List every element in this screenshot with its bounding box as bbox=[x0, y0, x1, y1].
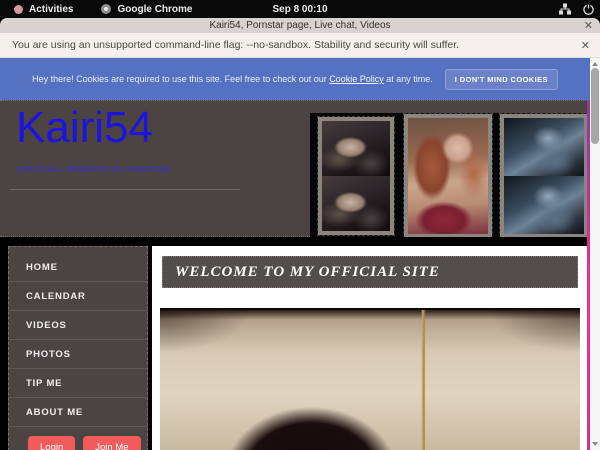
welcome-heading-bar: WELCOME TO MY OFFICIAL SITE bbox=[162, 256, 578, 288]
site-tagline: OFFICIALL WEBSITE OF PRINCESS bbox=[17, 165, 171, 174]
page-scrollbar[interactable] bbox=[590, 58, 600, 450]
network-icon[interactable] bbox=[559, 3, 571, 15]
power-icon[interactable] bbox=[583, 4, 594, 15]
browser-viewport: Hey there! Cookies are required to use t… bbox=[0, 58, 600, 450]
sidebar-item-about-me[interactable]: ABOUT ME bbox=[9, 398, 147, 427]
bedroom-photo-thumbnail[interactable] bbox=[318, 117, 394, 235]
main-content: WELCOME TO MY OFFICIAL SITE bbox=[152, 246, 588, 450]
cookie-policy-link[interactable]: Cookie Policy bbox=[329, 74, 384, 84]
hero-photo-placeholder bbox=[160, 308, 580, 450]
scrollbar-thumb[interactable] bbox=[591, 68, 599, 144]
page-body: HOME CALENDAR VIDEOS PHOTOS TIP ME ABOUT… bbox=[0, 237, 590, 450]
thumbnail-image-placeholder bbox=[504, 118, 584, 176]
red-top-selfie-thumbnail[interactable] bbox=[404, 114, 492, 238]
window-title: Kairi54, Pornstar page, Live chat, Video… bbox=[209, 20, 390, 31]
clock[interactable]: Sep 8 00:10 bbox=[0, 4, 600, 15]
header-divider bbox=[10, 189, 240, 190]
window-close-icon[interactable]: ✕ bbox=[584, 19, 593, 32]
infobar-close-icon[interactable]: ✕ bbox=[581, 39, 590, 52]
sidebar-item-calendar[interactable]: CALENDAR bbox=[9, 282, 147, 311]
blue-tint-photo-thumbnail[interactable] bbox=[500, 114, 588, 238]
sidebar-item-home[interactable]: HOME bbox=[9, 253, 147, 282]
chrome-infobar: You are using an unsupported command-lin… bbox=[0, 33, 600, 58]
sidebar-item-photos[interactable]: PHOTOS bbox=[9, 340, 147, 369]
infobar-message: You are using an unsupported command-lin… bbox=[12, 39, 459, 51]
cookie-dismiss-button[interactable]: I DON'T MIND COOKIES bbox=[445, 69, 558, 90]
gnome-top-bar: Activities Google Chrome Sep 8 00:10 bbox=[0, 0, 600, 18]
scrollbar-up-arrow-icon[interactable] bbox=[592, 62, 598, 66]
welcome-heading: WELCOME TO MY OFFICIAL SITE bbox=[163, 264, 440, 281]
screen: Activities Google Chrome Sep 8 00:10 Kai… bbox=[0, 0, 600, 450]
thumbnail-image-placeholder bbox=[408, 118, 488, 234]
thumbnail-image-placeholder bbox=[504, 176, 584, 234]
site-title[interactable]: Kairi54 bbox=[16, 103, 153, 153]
window-title-bar: Kairi54, Pornstar page, Live chat, Video… bbox=[0, 18, 600, 33]
sidebar-buttons: Login Join Me bbox=[9, 427, 147, 450]
cookie-consent-bar: Hey there! Cookies are required to use t… bbox=[0, 58, 590, 100]
cookie-message-post: at any time. bbox=[384, 74, 433, 84]
sidebar-item-videos[interactable]: VIDEOS bbox=[9, 311, 147, 340]
login-button[interactable]: Login bbox=[28, 436, 75, 450]
scrollbar-down-arrow-icon[interactable] bbox=[592, 442, 598, 446]
join-me-button[interactable]: Join Me bbox=[83, 436, 140, 450]
cookie-message-pre: Hey there! Cookies are required to use t… bbox=[32, 74, 329, 84]
site-header: Kairi54 OFFICIALL WEBSITE OF PRINCESS bbox=[0, 100, 590, 237]
sidebar-item-tip-me[interactable]: TIP ME bbox=[9, 369, 147, 398]
sidebar-nav: HOME CALENDAR VIDEOS PHOTOS TIP ME ABOUT… bbox=[8, 246, 148, 450]
cookie-message: Hey there! Cookies are required to use t… bbox=[32, 74, 433, 84]
thumbnail-image-placeholder bbox=[322, 121, 390, 176]
web-page: Hey there! Cookies are required to use t… bbox=[0, 58, 590, 450]
photo-thumbnail-strip bbox=[310, 113, 590, 241]
thumbnail-image-placeholder bbox=[322, 176, 390, 231]
